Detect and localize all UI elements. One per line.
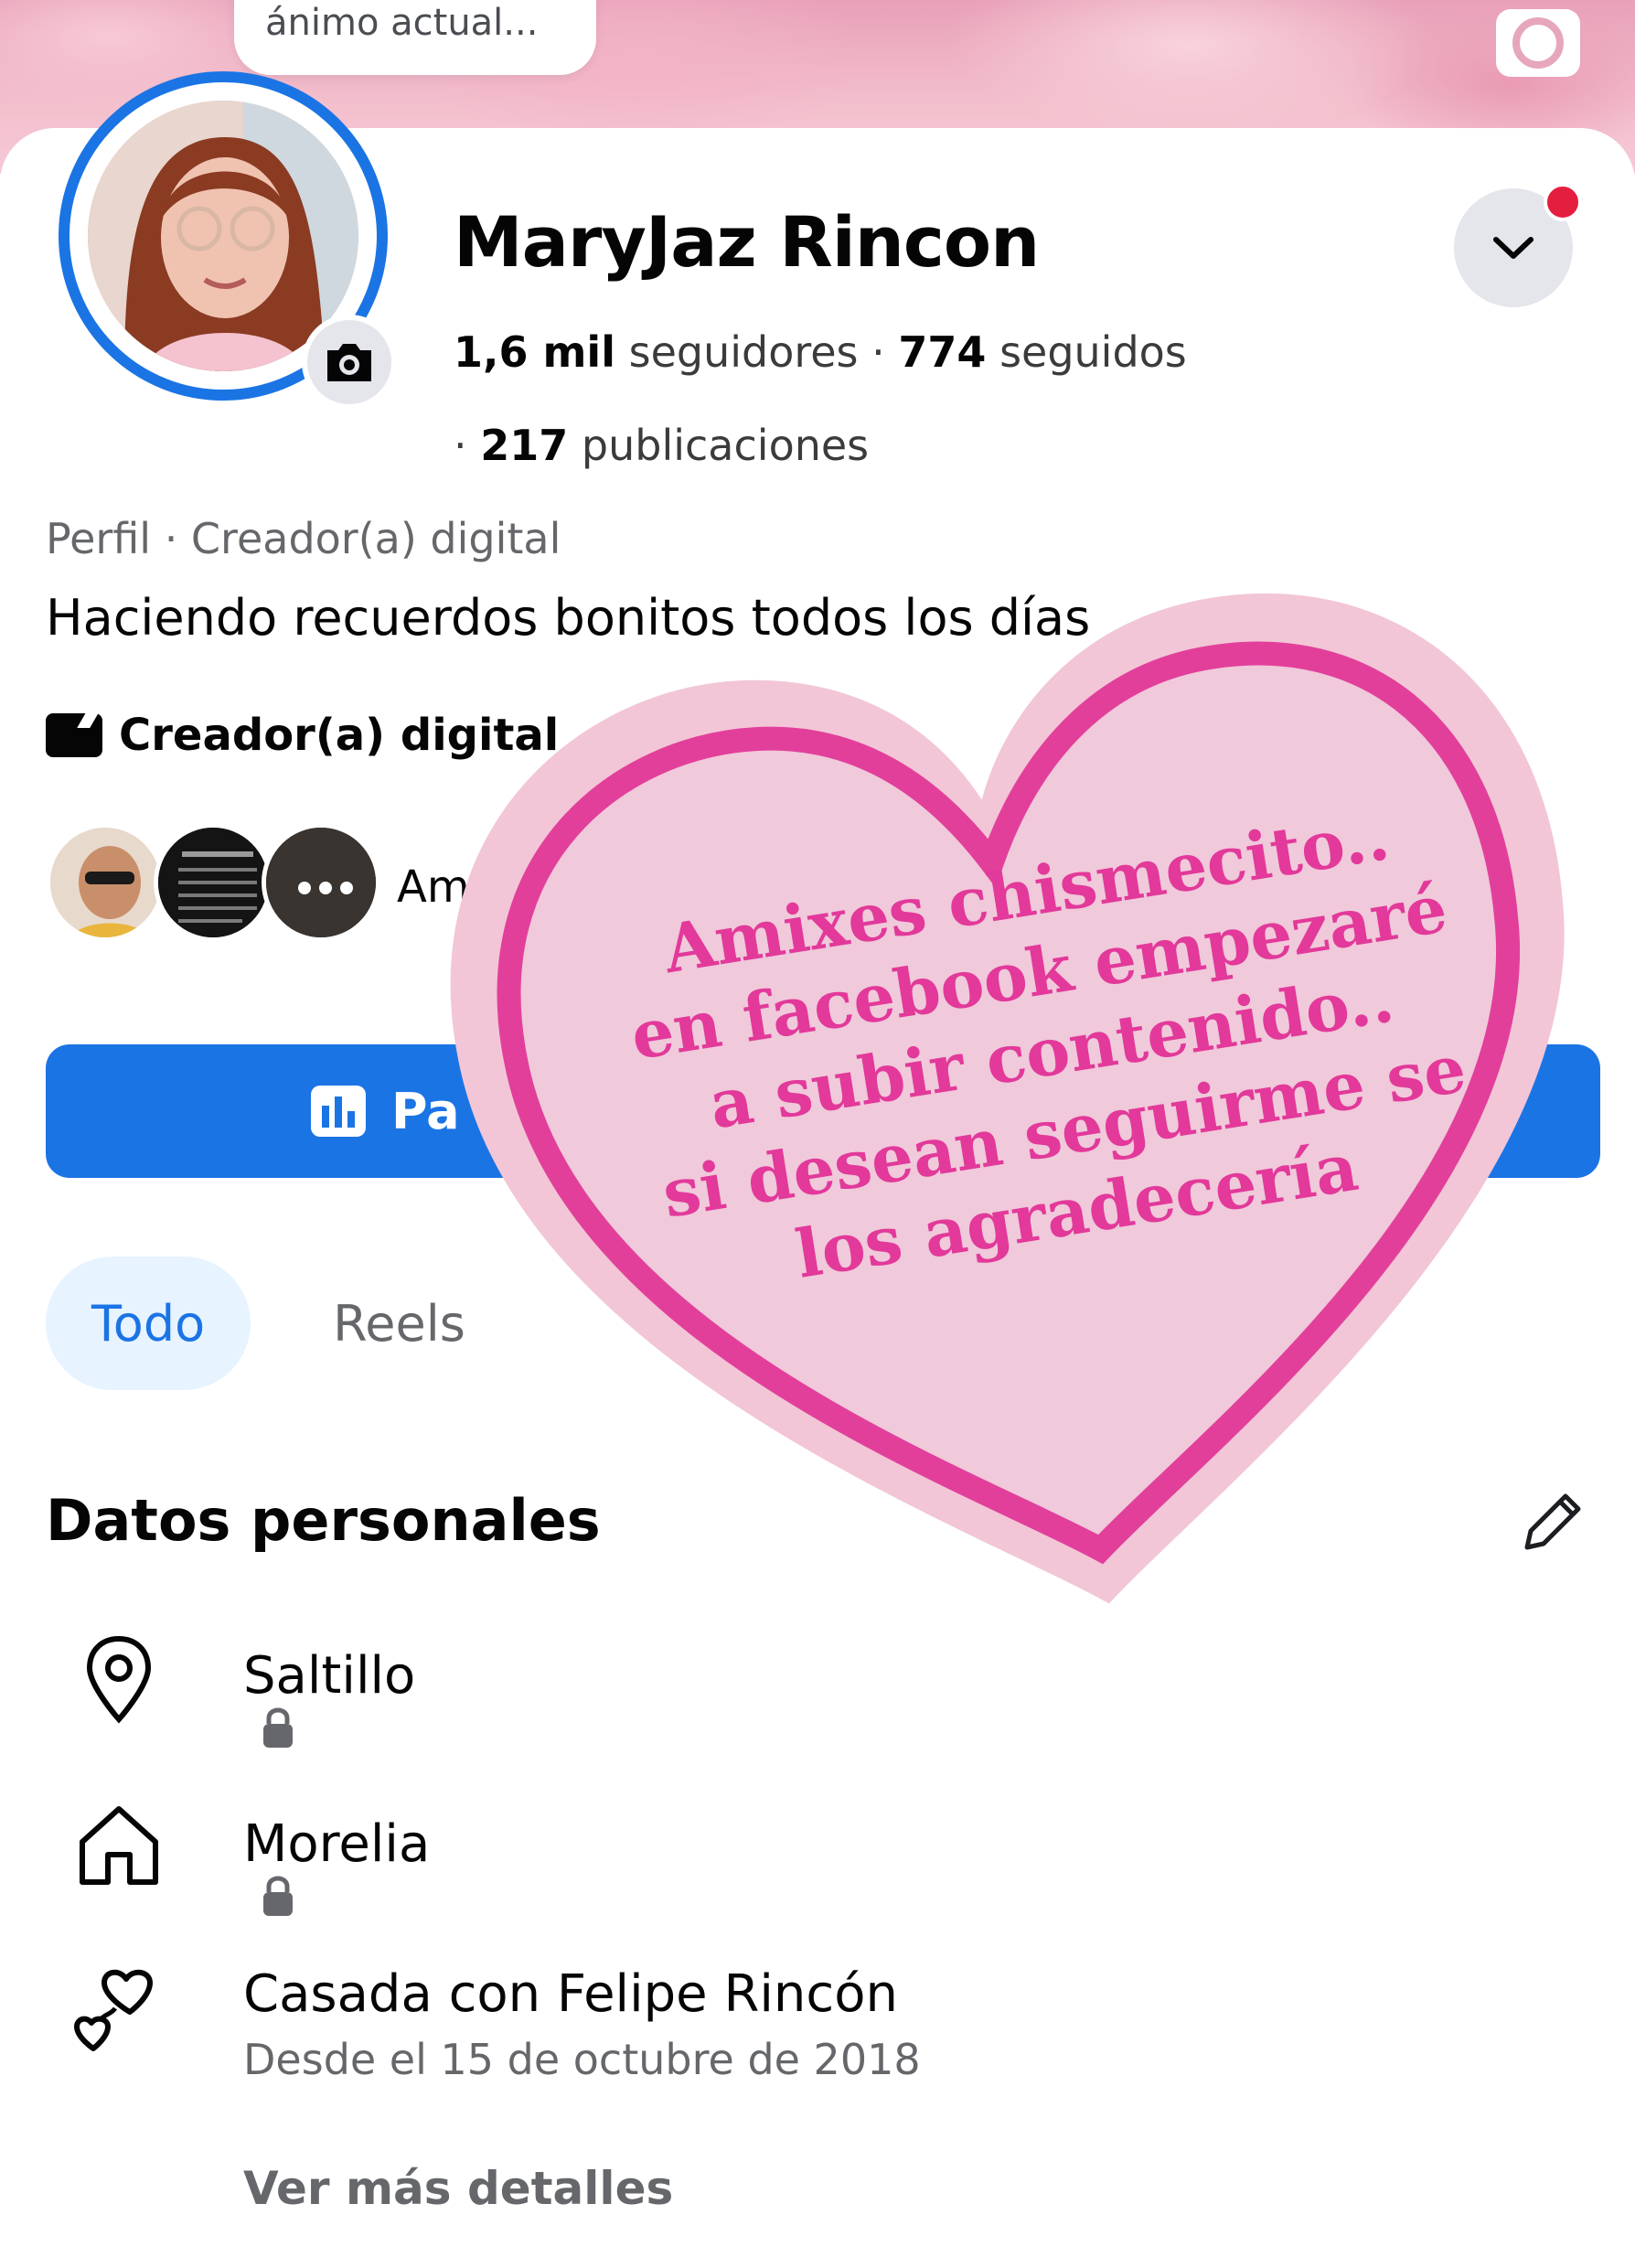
posts-label: publicaciones	[581, 421, 870, 470]
dashboard-icon	[311, 1086, 366, 1137]
posts-stats: · 217 publicaciones	[454, 421, 870, 470]
friend-avatar[interactable]	[46, 823, 165, 942]
detail-row-location: Saltillo	[73, 1633, 415, 1748]
detail-home-text: Morelia	[243, 1814, 431, 1874]
see-more-details-link[interactable]: Ver más detalles	[243, 2162, 673, 2215]
hearts-icon	[74, 1969, 153, 2051]
following-label[interactable]: seguidos	[999, 327, 1187, 377]
lock-icon	[263, 1876, 293, 1916]
followers-label[interactable]: seguidores	[629, 327, 859, 377]
camera-icon	[327, 344, 371, 381]
follow-stats: 1,6 mil seguidores · 774 seguidos	[454, 327, 1187, 377]
detail-relationship-date: Desde el 15 de octubre de 2018	[243, 2035, 921, 2084]
detail-row-relationship: Casada con Felipe Rincón Desde el 15 de …	[73, 1964, 921, 2084]
profile-category: Perfil · Creador(a) digital	[46, 514, 561, 563]
home-icon	[80, 1806, 158, 1885]
posts-count: 217	[480, 421, 569, 470]
location-pin-icon	[86, 1635, 152, 1724]
friend-avatar[interactable]	[154, 823, 272, 942]
detail-relationship-text: Casada con Felipe Rincón	[243, 1964, 898, 2024]
friend-avatar-more[interactable]	[262, 823, 380, 942]
cover-camera-button[interactable]	[1496, 9, 1580, 77]
profile-name: MaryJaz Rincon	[454, 201, 1040, 283]
lock-icon	[263, 1707, 293, 1748]
clapperboard-icon	[46, 713, 102, 757]
tab-todo[interactable]: Todo	[46, 1257, 251, 1390]
chevron-down-icon	[1493, 237, 1533, 259]
notification-dot	[1544, 183, 1582, 221]
mood-bubble[interactable]: ánimo actual...	[234, 0, 596, 75]
camera-icon	[1512, 17, 1564, 69]
following-count[interactable]: 774	[898, 327, 986, 377]
mood-text: ánimo actual...	[265, 2, 539, 44]
friends-avatars[interactable]	[46, 823, 411, 942]
detail-location-text: Saltillo	[243, 1646, 416, 1706]
detail-row-home: Morelia	[73, 1802, 430, 1916]
avatar-camera-button[interactable]	[302, 315, 397, 410]
followers-count[interactable]: 1,6 mil	[454, 327, 615, 377]
